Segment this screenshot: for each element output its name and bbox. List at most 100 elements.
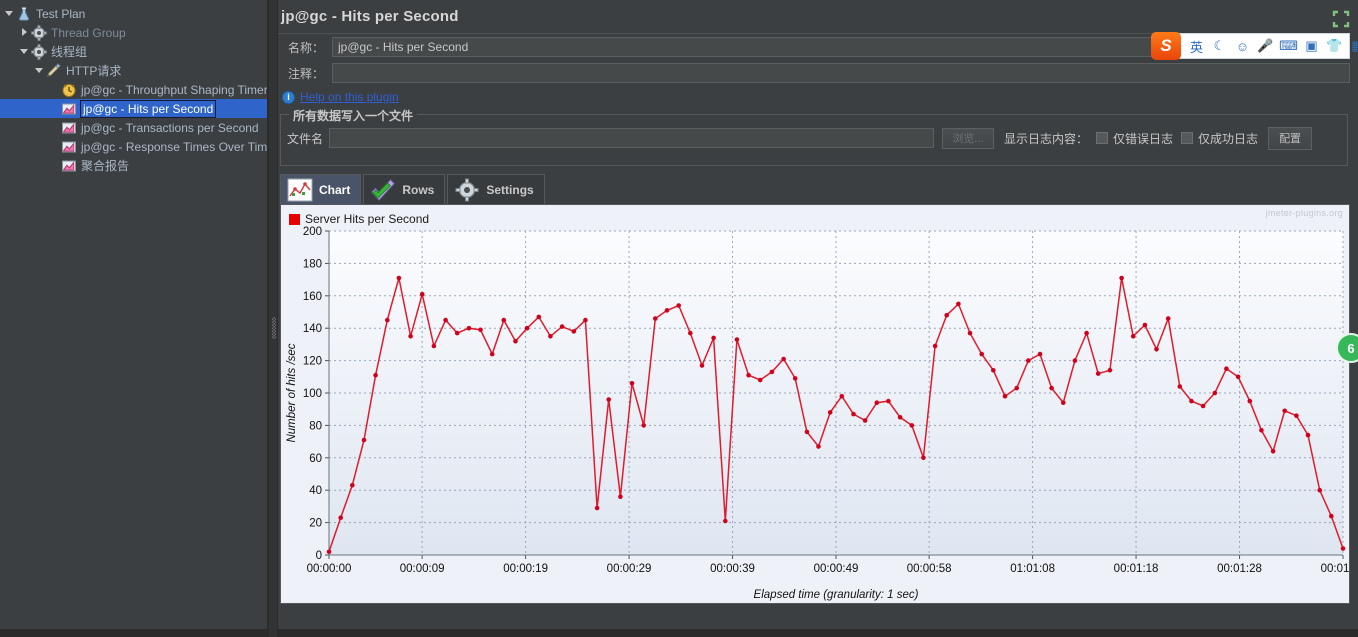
data-point xyxy=(361,437,367,443)
data-point xyxy=(1061,400,1066,405)
y-tick-label: 140 xyxy=(303,323,322,335)
data-point xyxy=(443,317,448,323)
data-point xyxy=(373,372,378,378)
data-point xyxy=(606,397,611,402)
filename-label: 文件名 xyxy=(287,131,324,146)
data-point xyxy=(932,343,938,349)
data-point xyxy=(1259,428,1264,433)
name-label: 名称： xyxy=(287,40,324,55)
data-point xyxy=(1119,275,1124,281)
data-point xyxy=(1200,403,1206,409)
tab-settings[interactable]: Settings xyxy=(447,174,545,204)
jmeter-window: Test Plan Thread Group 线程组 HTTP请求 jp@gc - Th… xyxy=(0,0,1358,637)
chevron-right-icon[interactable] xyxy=(19,27,30,38)
skin-icon[interactable]: 👕 xyxy=(1324,35,1345,57)
data-point xyxy=(559,324,565,329)
filename-input[interactable] xyxy=(329,128,935,148)
checkbox-box[interactable] xyxy=(1181,132,1194,144)
x-axis-title: Elapsed time (granularity: 1 sec) xyxy=(754,589,919,601)
listener-panel: jp@gc - Hits per Second 名称： 注释： i Help o… xyxy=(268,0,1358,637)
sogou-ime-toolbar[interactable]: S 英 ☾ ☺ 🎤 ⌨ ▣ 👕 ▦ xyxy=(1151,32,1358,60)
data-point xyxy=(792,376,798,381)
microphone-icon[interactable]: 🎤 xyxy=(1255,35,1276,57)
browse-button[interactable]: 浏览... xyxy=(942,127,995,149)
tab-rows[interactable]: Rows xyxy=(363,174,446,204)
x-tick-label: 00:00:39 xyxy=(710,563,755,575)
data-point xyxy=(1130,334,1136,339)
tree-item-label: jp@gc - Response Times Over Time xyxy=(81,139,268,154)
data-point xyxy=(827,410,833,415)
data-point xyxy=(921,455,926,461)
gear-icon xyxy=(454,178,480,202)
tree-item-6[interactable]: jp@gc - Transactions per Second xyxy=(0,118,267,137)
data-point xyxy=(862,418,868,423)
comment-input[interactable] xyxy=(332,63,1350,83)
tree-item-4[interactable]: jp@gc - Throughput Shaping Timer xyxy=(0,80,267,99)
data-point xyxy=(1189,398,1194,404)
tree-item-label: Test Plan xyxy=(36,6,86,21)
tree-item-label: 聚合报告 xyxy=(81,158,130,173)
help-link[interactable]: Help on this plugin xyxy=(300,90,399,104)
x-tick-label: 00:01:28 xyxy=(1217,563,1262,575)
y-tick-label: 180 xyxy=(303,258,322,270)
data-point xyxy=(501,317,507,323)
tree-item-1[interactable]: Thread Group xyxy=(0,23,267,42)
x-tick-label: 00:00:00 xyxy=(307,563,352,575)
configure-button[interactable]: 配置 xyxy=(1268,126,1313,150)
data-point xyxy=(641,423,646,428)
tree-item-5[interactable]: jp@gc - Hits per Second xyxy=(0,99,267,118)
tree-item-3[interactable]: HTTP请求 xyxy=(0,61,267,80)
data-point xyxy=(454,330,460,336)
y-tick-label: 200 xyxy=(303,226,322,238)
sogou-logo-icon[interactable]: S xyxy=(1151,32,1181,60)
tree-item-0[interactable]: Test Plan xyxy=(0,4,267,23)
data-point xyxy=(1177,384,1183,389)
keyboard-icon[interactable]: ⌨ xyxy=(1278,35,1299,57)
chevron-down-icon[interactable] xyxy=(19,46,30,57)
data-point xyxy=(967,330,973,336)
x-tick-label: 00:00:29 xyxy=(607,563,652,575)
checkbox-box[interactable] xyxy=(1096,132,1109,144)
data-point xyxy=(419,291,425,297)
data-point xyxy=(991,368,996,373)
chevron-down-icon[interactable] xyxy=(34,65,45,76)
data-point xyxy=(664,308,670,313)
data-point xyxy=(897,415,903,420)
floating-badge[interactable]: 6 xyxy=(1336,333,1358,363)
tree-item-2[interactable]: 线程组 xyxy=(0,42,267,61)
data-point xyxy=(781,356,786,362)
chart-icon xyxy=(61,158,78,174)
input-mode-english[interactable]: 英 xyxy=(1186,35,1207,57)
screenshot-icon[interactable]: ▣ xyxy=(1301,35,1322,57)
data-point xyxy=(1235,374,1241,380)
panel-splitter[interactable] xyxy=(268,0,278,637)
errors-only-checkbox[interactable]: 仅错误日志 xyxy=(1096,130,1173,147)
data-point xyxy=(1072,358,1078,363)
y-tick-label: 80 xyxy=(309,420,322,432)
y-tick-label: 40 xyxy=(309,485,322,497)
group-legend: 所有数据写入一个文件 xyxy=(289,107,418,124)
tree-item-8[interactable]: 聚合报告 xyxy=(0,156,267,175)
x-tick-label: 00:00:09 xyxy=(400,563,445,575)
data-point xyxy=(653,316,658,321)
data-point xyxy=(839,393,845,399)
chevron-down-icon[interactable] xyxy=(4,8,15,19)
twisty-placeholder xyxy=(49,84,60,95)
tab-chart[interactable]: Chart xyxy=(280,174,362,204)
pencil-icon xyxy=(46,62,63,79)
data-point xyxy=(396,275,402,281)
tree-item-7[interactable]: jp@gc - Response Times Over Time xyxy=(0,137,267,156)
listener-tabs[interactable]: Chart Rows Settings xyxy=(280,172,1350,204)
splitter-grip[interactable] xyxy=(272,317,276,339)
data-point xyxy=(466,325,472,331)
twisty-placeholder xyxy=(49,122,60,133)
toolbox-icon[interactable]: ▦ xyxy=(1347,35,1358,57)
y-tick-label: 60 xyxy=(309,453,322,465)
tree-item-label: HTTP请求 xyxy=(66,63,122,78)
maximize-icon[interactable] xyxy=(1332,10,1350,28)
panel-header: jp@gc - Hits per Second xyxy=(276,0,1350,34)
moon-icon[interactable]: ☾ xyxy=(1209,35,1230,57)
success-only-checkbox[interactable]: 仅成功日志 xyxy=(1181,130,1258,147)
test-plan-tree[interactable]: Test Plan Thread Group 线程组 HTTP请求 jp@gc - Th… xyxy=(0,0,268,637)
emoji-icon[interactable]: ☺ xyxy=(1232,35,1253,57)
